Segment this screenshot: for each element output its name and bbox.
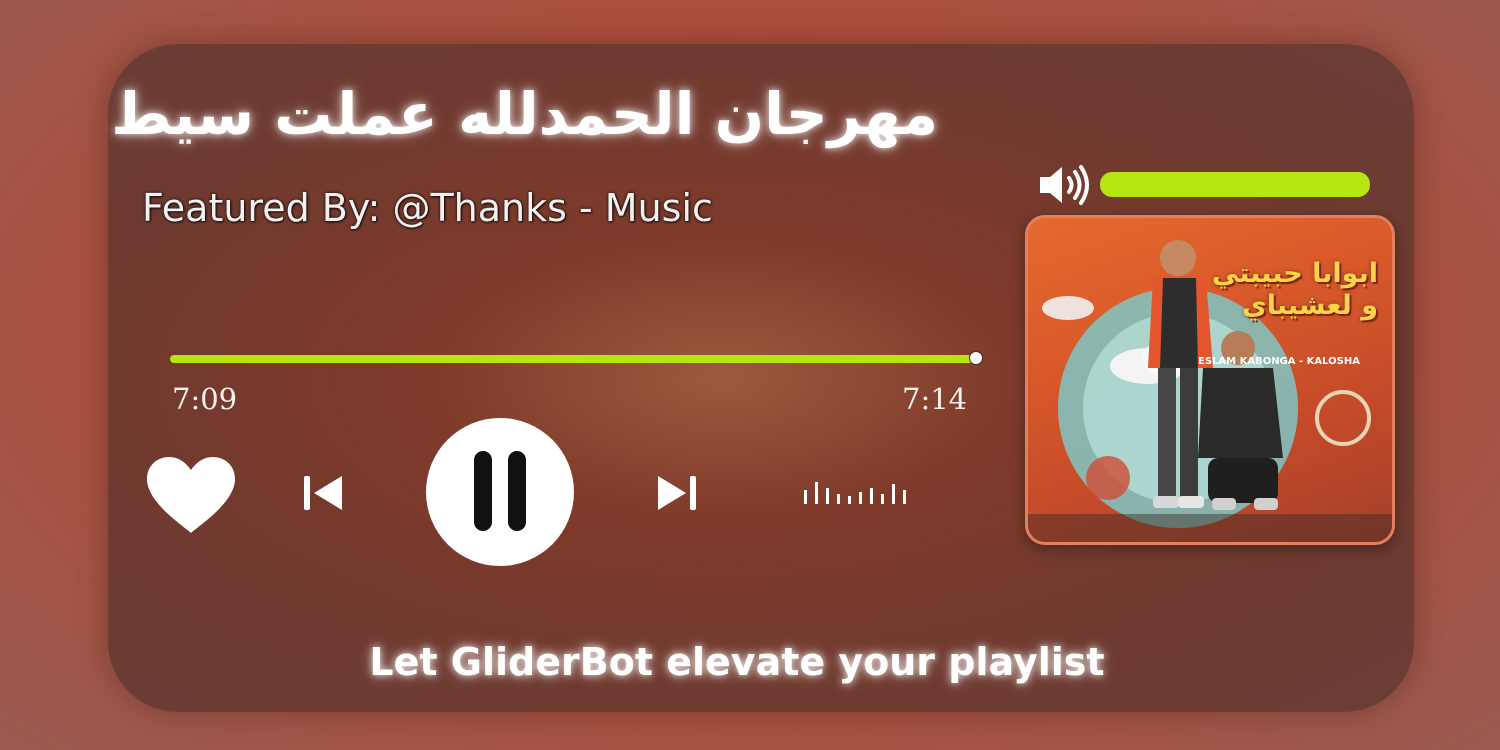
tagline: Let GliderBot elevate your playlist (369, 640, 1105, 684)
volume-slider[interactable] (1100, 172, 1370, 197)
equalizer-icon[interactable] (802, 478, 910, 506)
album-artwork-title: ابوابا حبيبتي و لعشيباي (1211, 258, 1378, 321)
featured-by-text: Featured By: @Thanks - Music (142, 186, 713, 230)
pause-icon (474, 451, 492, 531)
album-art: ابوابا حبيبتي و لعشيباي ESLAM KABONGA - … (1025, 215, 1395, 545)
duration-time: 7:14 (902, 382, 968, 416)
progress-knob[interactable] (968, 351, 983, 365)
track-title: مهرجان الحمدلله عملت سيط (111, 80, 938, 148)
elapsed-time: 7:09 (172, 382, 238, 416)
pause-icon-bar (508, 451, 526, 531)
skip-next-icon[interactable] (656, 474, 698, 512)
pause-button[interactable] (426, 418, 574, 566)
speaker-icon[interactable] (1036, 163, 1092, 207)
heart-icon[interactable] (145, 455, 237, 535)
skip-previous-icon[interactable] (302, 474, 344, 512)
album-artists: ESLAM KABONGA - KALOSHA (1198, 356, 1360, 367)
progress-bar[interactable] (170, 355, 982, 363)
